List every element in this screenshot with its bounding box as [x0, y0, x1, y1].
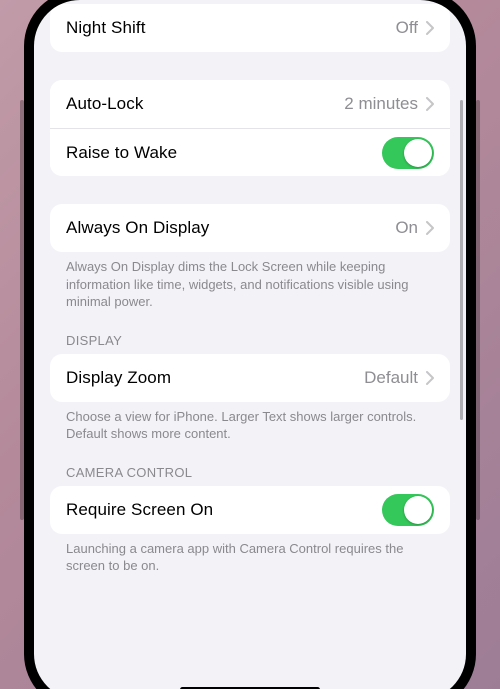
night-shift-value: Off	[396, 18, 418, 38]
section-header-camera: CAMERA CONTROL	[50, 443, 450, 486]
display-zoom-footer: Choose a view for iPhone. Larger Text sh…	[50, 402, 450, 443]
always-on-value: On	[395, 218, 418, 238]
row-auto-lock[interactable]: Auto-Lock 2 minutes	[50, 80, 450, 128]
chevron-right-icon	[426, 221, 434, 235]
group-always-on: Always On Display On	[50, 204, 450, 252]
always-on-label: Always On Display	[66, 218, 395, 238]
raise-to-wake-toggle[interactable]	[382, 137, 434, 169]
group-night-shift: Night Shift Off	[50, 4, 450, 52]
row-require-screen-on: Require Screen On	[50, 486, 450, 534]
auto-lock-value: 2 minutes	[344, 94, 418, 114]
row-raise-to-wake: Raise to Wake	[50, 128, 450, 176]
group-lock: Auto-Lock 2 minutes Raise to Wake	[50, 80, 450, 176]
chevron-right-icon	[426, 371, 434, 385]
toggle-knob	[404, 496, 432, 524]
settings-content: Night Shift Off Auto-Lock 2 minutes	[34, 0, 466, 575]
scroll-indicator[interactable]	[460, 100, 463, 420]
screen: Night Shift Off Auto-Lock 2 minutes	[34, 0, 466, 689]
toggle-knob	[404, 139, 432, 167]
row-night-shift[interactable]: Night Shift Off	[50, 4, 450, 52]
auto-lock-label: Auto-Lock	[66, 94, 344, 114]
display-zoom-label: Display Zoom	[66, 368, 364, 388]
chevron-right-icon	[426, 21, 434, 35]
row-display-zoom[interactable]: Display Zoom Default	[50, 354, 450, 402]
camera-control-footer: Launching a camera app with Camera Contr…	[50, 534, 450, 575]
chevron-right-icon	[426, 97, 434, 111]
row-always-on-display[interactable]: Always On Display On	[50, 204, 450, 252]
night-shift-label: Night Shift	[66, 18, 396, 38]
require-screen-on-label: Require Screen On	[66, 500, 382, 520]
display-zoom-value: Default	[364, 368, 418, 388]
device-frame: Night Shift Off Auto-Lock 2 minutes	[24, 0, 476, 689]
group-camera-control: Require Screen On	[50, 486, 450, 534]
require-screen-on-toggle[interactable]	[382, 494, 434, 526]
group-display-zoom: Display Zoom Default	[50, 354, 450, 402]
always-on-footer: Always On Display dims the Lock Screen w…	[50, 252, 450, 311]
section-header-display: DISPLAY	[50, 311, 450, 354]
raise-to-wake-label: Raise to Wake	[66, 143, 382, 163]
